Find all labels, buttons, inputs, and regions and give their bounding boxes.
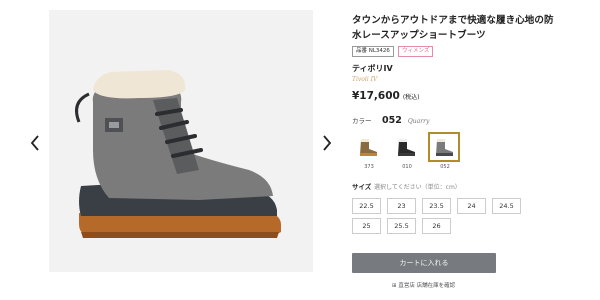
previous-image-button[interactable] — [28, 133, 42, 153]
tax-label: (税込) — [402, 94, 420, 101]
chevron-left-icon — [28, 133, 42, 153]
product-image — [49, 10, 313, 272]
color-swatch-373[interactable]: 373 — [352, 132, 386, 170]
swatch-code: 373 — [364, 164, 374, 170]
boot-grey-thumbnail — [428, 132, 460, 162]
size-option-23-5[interactable]: 23.5 — [422, 198, 451, 214]
womens-tag: ウィメンズ — [397, 46, 434, 57]
color-swatch-052[interactable]: 052 — [428, 132, 462, 170]
color-label: カラー — [352, 117, 372, 125]
size-option-24[interactable]: 24 — [457, 198, 486, 214]
size-option-26[interactable]: 26 — [422, 218, 451, 234]
store-stock-link[interactable]: ⊞ 直営店 店舗在庫を確認 — [392, 281, 455, 289]
product-series: ティボリIV — [352, 64, 393, 73]
size-option-24-5[interactable]: 24.5 — [492, 198, 521, 214]
boot-tan-thumbnail — [352, 132, 384, 162]
size-hint: 選択してください（単位：cm） — [374, 183, 461, 191]
product-brand-sub: Tivoli IV — [352, 76, 378, 83]
size-row: サイズ 選択してください（単位：cm） — [352, 181, 461, 191]
color-swatch-010[interactable]: 010 — [390, 132, 424, 170]
product-tags: 品番 NL3426 ウィメンズ — [352, 46, 434, 57]
boot-image — [75, 70, 281, 238]
size-label: サイズ — [352, 183, 372, 191]
chevron-right-icon — [320, 133, 334, 153]
color-swatches: 373 010 052 — [352, 132, 462, 170]
selected-color-code: 052 — [382, 115, 402, 126]
size-option-25[interactable]: 25 — [352, 218, 381, 234]
product-price-block: ¥17,600 (税込) — [352, 90, 420, 102]
size-option-23[interactable]: 23 — [387, 198, 416, 214]
swatch-code: 052 — [440, 164, 450, 170]
selected-color-name: Quarry — [407, 118, 430, 125]
size-option-22-5[interactable]: 22.5 — [352, 198, 381, 214]
product-price: ¥17,600 — [352, 90, 400, 102]
color-row: カラー 052 Quarry — [352, 115, 429, 126]
size-options: 22.5 23 23.5 24 24.5 25 25.5 26 — [352, 198, 521, 234]
swatch-code: 010 — [402, 164, 412, 170]
product-code-tag: 品番 NL3426 — [352, 46, 394, 57]
boot-black-thumbnail — [390, 132, 422, 162]
add-to-cart-button[interactable]: カートに入れる — [352, 253, 496, 273]
product-title: タウンからアウトドアまで快適な履き心地の防水レースアップショートブーツ — [352, 15, 554, 41]
next-image-button[interactable] — [320, 133, 334, 153]
size-option-25-5[interactable]: 25.5 — [387, 218, 416, 234]
